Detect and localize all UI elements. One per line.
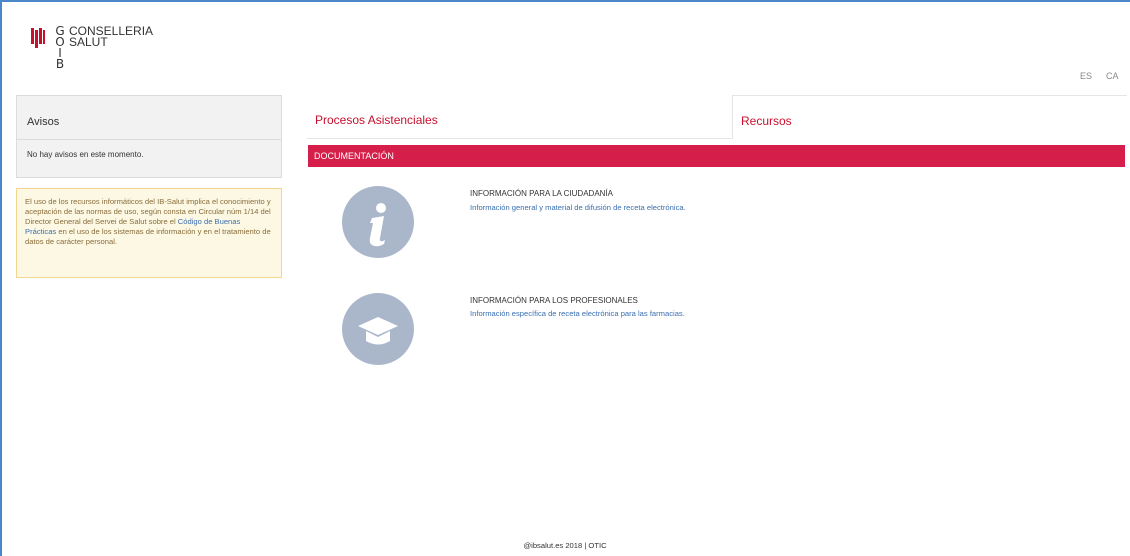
lang-es-link[interactable]: ES — [1080, 71, 1092, 81]
graduation-cap-icon[interactable] — [342, 293, 414, 365]
main-tabs: Procesos Asistenciales Recursos — [307, 95, 1127, 139]
resource-link-ciudadania[interactable]: Información general y material de difusi… — [470, 203, 686, 212]
resource-link-profesionales[interactable]: Información específica de receta electró… — [470, 309, 685, 318]
conselleria-logo-icon — [31, 28, 45, 48]
notice-text-2: en el uso de los sistemas de información… — [25, 227, 271, 246]
logo-letters: G O I B — [55, 24, 65, 71]
logo-line-salut: SALUT — [69, 35, 108, 49]
goib-logo[interactable]: G O I B CONSELLERIA SALUT — [31, 24, 153, 71]
tab-procesos-asistenciales[interactable]: Procesos Asistenciales — [307, 95, 732, 139]
logo-text: CONSELLERIA SALUT — [69, 25, 153, 70]
lang-ca-link[interactable]: CA — [1106, 71, 1119, 81]
window-frame — [0, 0, 1130, 556]
section-header-documentacion: DOCUMENTACIÓN — [308, 145, 1125, 167]
resource-title-profesionales: INFORMACIÓN PARA LOS PROFESIONALES — [470, 296, 638, 305]
info-icon[interactable] — [342, 186, 414, 258]
avisos-title: Avisos — [17, 96, 281, 140]
avisos-panel: Avisos No hay avisos en este momento. — [16, 95, 282, 178]
resource-title-ciudadania: INFORMACIÓN PARA LA CIUDADANÍA — [470, 189, 613, 198]
tab-recursos[interactable]: Recursos — [732, 95, 1127, 139]
avisos-message: No hay avisos en este momento. — [27, 150, 144, 159]
usage-notice: El uso de los recursos informáticos del … — [16, 188, 282, 278]
footer-text: @ibsalut.es 2018 | OTIC — [523, 541, 607, 550]
